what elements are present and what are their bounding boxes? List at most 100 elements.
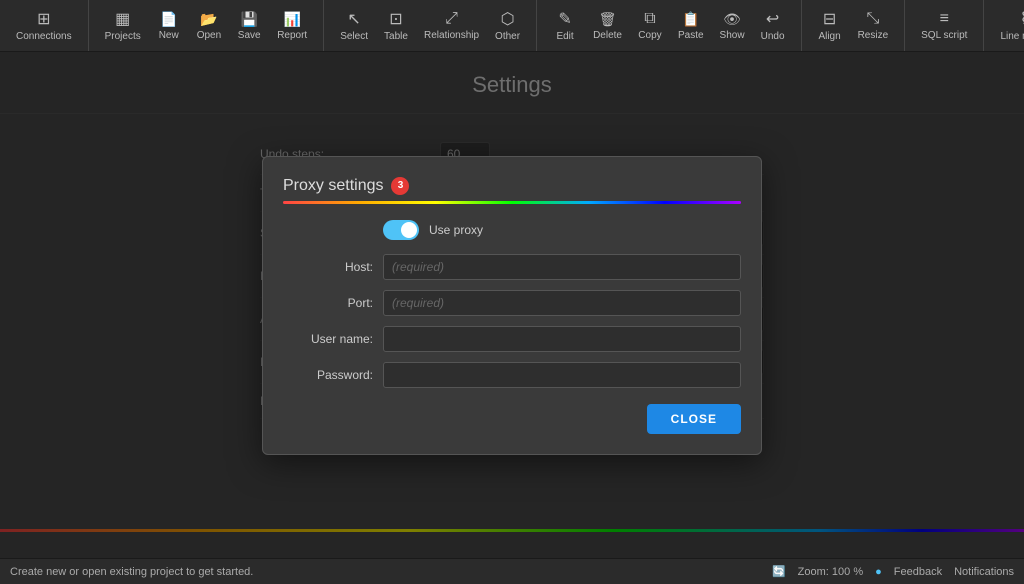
align-label: Align: [818, 31, 840, 42]
connections-icon: ⊞: [37, 9, 50, 29]
relationship-icon: ⤢: [445, 10, 458, 28]
toolbar-btn-resize[interactable]: ⤡ Resize: [850, 6, 897, 45]
report-label: Report: [277, 30, 307, 41]
toolbar-btn-sql-script[interactable]: ≡ SQL script: [913, 6, 975, 45]
sql-icon: ≡: [940, 10, 949, 28]
copy-label: Copy: [638, 30, 661, 41]
projects-icon: ▦: [115, 9, 130, 29]
toolbar-group-file: ▦ Projects 📄 New 📂 Open 💾 Save 📊 Report: [89, 0, 325, 51]
host-label: Host:: [283, 260, 383, 274]
modal-overlay: Proxy settings 3 Use proxy Host: Port:: [0, 52, 1024, 558]
password-label: Password:: [283, 368, 383, 382]
use-proxy-slider: [383, 220, 419, 240]
proxy-modal-badge: 3: [391, 177, 409, 195]
toolbar-btn-new[interactable]: 📄 New: [149, 7, 189, 45]
line-mode-icon: ⌇: [1020, 9, 1024, 29]
show-label: Show: [720, 30, 745, 41]
toolbar-group-select: ↖ Select ⊡ Table ⤢ Relationship ⬡ Other: [324, 0, 537, 51]
connections-label: Connections: [16, 31, 72, 42]
delete-icon: 🗑: [599, 11, 617, 28]
zoom-label: Zoom: 100 %: [798, 566, 863, 578]
paste-label: Paste: [678, 30, 704, 41]
toolbar-btn-projects[interactable]: ▦ Projects: [97, 5, 149, 46]
other-icon: ⬡: [501, 9, 515, 29]
notifications-link[interactable]: Notifications: [954, 566, 1014, 578]
status-message: Create new or open existing project to g…: [10, 566, 253, 578]
new-icon: 📄: [160, 11, 177, 28]
relationship-label: Relationship: [424, 30, 479, 41]
rainbow-bar: [283, 201, 741, 204]
toolbar-btn-select[interactable]: ↖ Select: [332, 5, 376, 46]
undo-icon: ↩: [766, 9, 779, 29]
toolbar-btn-relationship[interactable]: ⤢ Relationship: [416, 6, 487, 45]
delete-label: Delete: [593, 30, 622, 41]
toolbar-btn-show[interactable]: 👁 Show: [712, 7, 753, 45]
save-label: Save: [238, 30, 261, 41]
toolbar-group-line: ⌇ Line mode 🖥 Display: [984, 0, 1024, 51]
port-input[interactable]: [383, 290, 741, 316]
password-input[interactable]: [383, 362, 741, 388]
toolbar-group-align: ⊟ Align ⤡ Resize: [802, 0, 906, 51]
table-icon: ⊡: [389, 9, 402, 29]
show-icon: 👁: [723, 11, 741, 28]
align-icon: ⊟: [823, 9, 836, 29]
toolbar-group-connections: ⊞ Connections: [0, 0, 89, 51]
toolbar-group-edit: ✎ Edit 🗑 Delete ⧉ Copy 📋 Paste 👁 Show ↩ …: [537, 0, 802, 51]
toolbar-btn-delete[interactable]: 🗑 Delete: [585, 7, 630, 45]
copy-icon: ⧉: [644, 10, 655, 28]
proxy-modal: Proxy settings 3 Use proxy Host: Port:: [262, 156, 762, 455]
select-label: Select: [340, 31, 368, 42]
toolbar-btn-save[interactable]: 💾 Save: [229, 7, 269, 45]
open-icon: 📂: [200, 11, 217, 28]
status-right: 🔄 Zoom: 100 % ● Feedback Notifications: [772, 565, 1014, 578]
password-row: Password:: [283, 362, 741, 388]
toolbar-btn-open[interactable]: 📂 Open: [189, 7, 229, 45]
select-icon: ↖: [347, 9, 360, 29]
use-proxy-label: Use proxy: [429, 223, 483, 237]
use-proxy-row: Use proxy: [283, 220, 741, 240]
edit-icon: ✎: [558, 9, 571, 29]
edit-label: Edit: [556, 31, 573, 42]
sql-label: SQL script: [921, 30, 967, 41]
resize-icon: ⤡: [866, 10, 879, 28]
open-label: Open: [197, 30, 221, 41]
toolbar-btn-other[interactable]: ⬡ Other: [487, 5, 528, 46]
username-row: User name:: [283, 326, 741, 352]
close-btn-row: CLOSE: [283, 404, 741, 434]
port-label: Port:: [283, 296, 383, 310]
report-icon: 📊: [283, 11, 300, 28]
toolbar-group-sql: ≡ SQL script: [905, 0, 984, 51]
status-dot: ●: [875, 566, 882, 578]
use-proxy-toggle[interactable]: [383, 220, 419, 240]
main-content: Settings Undo steps: Toolbar captions: S…: [0, 52, 1024, 558]
new-label: New: [159, 30, 179, 41]
other-label: Other: [495, 31, 520, 42]
paste-icon: 📋: [682, 11, 699, 28]
toolbar-btn-line-mode[interactable]: ⌇ Line mode: [992, 5, 1024, 46]
line-mode-label: Line mode: [1000, 31, 1024, 42]
username-label: User name:: [283, 332, 383, 346]
undo-label: Undo: [761, 31, 785, 42]
toolbar-btn-undo[interactable]: ↩ Undo: [753, 5, 793, 46]
toolbar-btn-connections[interactable]: ⊞ Connections: [8, 5, 80, 46]
toolbar: ⊞ Connections ▦ Projects 📄 New 📂 Open 💾 …: [0, 0, 1024, 52]
toolbar-btn-table[interactable]: ⊡ Table: [376, 5, 416, 46]
host-row: Host:: [283, 254, 741, 280]
username-input[interactable]: [383, 326, 741, 352]
host-input[interactable]: [383, 254, 741, 280]
toolbar-btn-edit[interactable]: ✎ Edit: [545, 5, 585, 46]
port-row: Port:: [283, 290, 741, 316]
statusbar: Create new or open existing project to g…: [0, 558, 1024, 584]
close-button[interactable]: CLOSE: [647, 404, 741, 434]
refresh-icon: 🔄: [772, 565, 786, 578]
feedback-link[interactable]: Feedback: [894, 566, 942, 578]
toolbar-btn-report[interactable]: 📊 Report: [269, 7, 315, 45]
toolbar-btn-copy[interactable]: ⧉ Copy: [630, 6, 670, 45]
projects-label: Projects: [105, 31, 141, 42]
save-icon: 💾: [240, 11, 257, 28]
proxy-modal-title: Proxy settings: [283, 177, 383, 195]
toolbar-btn-align[interactable]: ⊟ Align: [810, 5, 850, 46]
resize-label: Resize: [858, 30, 889, 41]
toolbar-btn-paste[interactable]: 📋 Paste: [670, 7, 712, 45]
table-label: Table: [384, 31, 408, 42]
